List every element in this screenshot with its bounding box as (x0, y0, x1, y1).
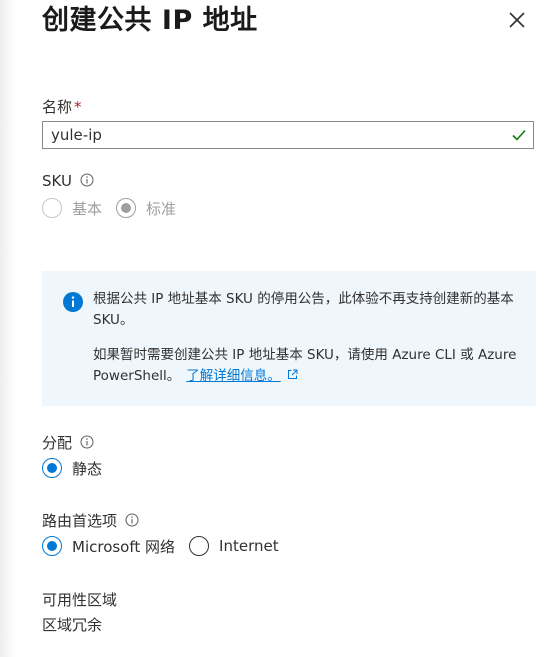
required-marker: * (74, 98, 82, 116)
routing-preference-field-label: 路由首选项 (42, 510, 139, 531)
radio-label: Microsoft 网络 (72, 537, 176, 556)
close-button[interactable] (503, 6, 531, 34)
radio-circle (42, 458, 62, 478)
sku-radio-group: 基本 标准 (42, 196, 190, 220)
sku-label-text: SKU (42, 172, 72, 190)
name-input[interactable] (51, 125, 491, 145)
radio-label: Internet (219, 537, 279, 555)
radio-circle (116, 198, 137, 218)
info-message-bar: 根据公共 IP 地址基本 SKU 的停用公告，此体验不再支持创建新的基本 SKU… (42, 271, 536, 406)
info-message-text: 根据公共 IP 地址基本 SKU 的停用公告，此体验不再支持创建新的基本 SKU… (93, 289, 523, 387)
sku-field-label: SKU (42, 172, 94, 190)
name-label-text: 名称 (42, 98, 73, 116)
create-public-ip-panel: 创建公共 IP 地址 名称* SKU 基本 标准 (0, 0, 560, 657)
radio-label: 基本 (72, 199, 103, 218)
external-link-icon (287, 369, 298, 379)
panel-title: 创建公共 IP 地址 (42, 5, 258, 36)
availability-zone-label: 可用性区域 (42, 591, 118, 609)
info-message-line2: 如果暂时需要创建公共 IP 地址基本 SKU，请使用 Azure CLI 或 A… (93, 345, 523, 387)
routing-preference-radio-group: Microsoft 网络 Internet (42, 534, 293, 558)
radio-circle (189, 536, 210, 556)
availability-zone-value: 区域冗余 (42, 616, 103, 634)
sku-option-standard[interactable]: 标准 (116, 198, 176, 219)
sku-info-icon[interactable] (80, 173, 94, 187)
assignment-info-icon[interactable] (80, 435, 94, 449)
valid-check-icon (512, 129, 526, 141)
info-icon (63, 292, 83, 312)
info-message-line1: 根据公共 IP 地址基本 SKU 的停用公告，此体验不再支持创建新的基本 SKU… (93, 291, 514, 328)
assignment-option-static[interactable]: 静态 (42, 458, 102, 479)
radio-label: 静态 (72, 459, 103, 478)
sku-option-basic[interactable]: 基本 (42, 198, 102, 219)
radio-circle (42, 198, 62, 218)
name-input-box[interactable] (42, 121, 534, 149)
routing-preference-info-icon[interactable] (125, 513, 139, 527)
name-field-label: 名称 * (42, 96, 82, 117)
radio-label: 标准 (146, 199, 177, 218)
radio-circle (42, 536, 62, 556)
assignment-radio-group: 静态 (42, 456, 116, 480)
close-icon (509, 12, 525, 28)
routing-option-internet[interactable]: Internet (189, 536, 279, 556)
assignment-field-label: 分配 (42, 432, 94, 453)
routing-option-microsoft-network[interactable]: Microsoft 网络 (42, 536, 175, 557)
assignment-label-text: 分配 (42, 434, 73, 452)
learn-more-link[interactable]: 了解详细信息。 (186, 368, 281, 384)
routing-preference-label-text: 路由首选项 (42, 512, 118, 530)
info-message-line2-text: 如果暂时需要创建公共 IP 地址基本 SKU，请使用 Azure CLI 或 A… (93, 347, 517, 384)
